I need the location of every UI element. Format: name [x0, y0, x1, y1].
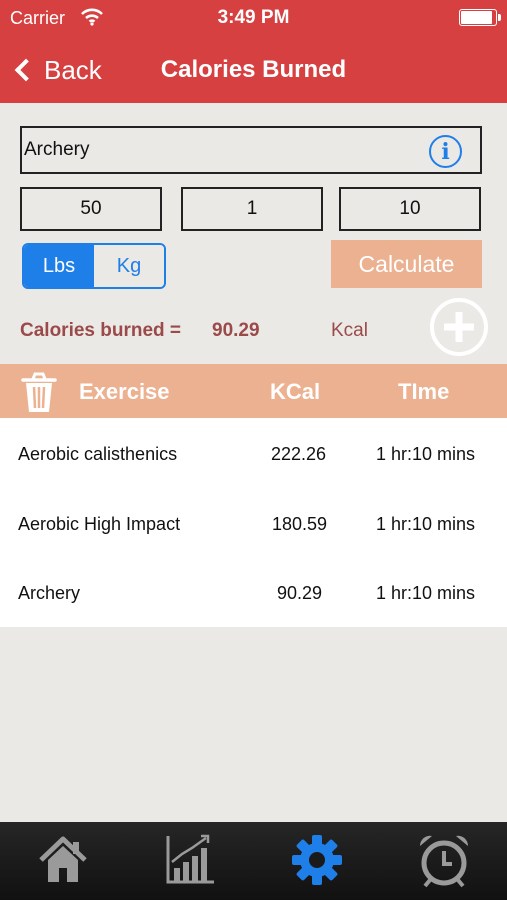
- table-row[interactable]: Aerobic High Impact 180.59 1 hr:10 mins: [0, 488, 507, 558]
- row-time: 1 hr:10 mins: [376, 513, 476, 534]
- result-value: 90.29: [212, 320, 260, 341]
- add-icon[interactable]: [429, 297, 489, 357]
- result-unit: Kcal: [331, 320, 368, 341]
- exercise-table: Aerobic calisthenics 222.26 1 hr:10 mins…: [0, 418, 507, 627]
- info-icon[interactable]: i: [429, 135, 462, 168]
- row-time: 1 hr:10 mins: [376, 444, 476, 464]
- calculate-button[interactable]: Calculate: [331, 240, 482, 288]
- column-header-exercise: Exercise: [79, 379, 170, 404]
- alarm-clock-icon[interactable]: [414, 830, 474, 890]
- unit-lbs-button[interactable]: Lbs: [24, 245, 94, 287]
- hours-input[interactable]: 1: [181, 187, 323, 231]
- minutes-input[interactable]: 10: [339, 187, 481, 231]
- gear-icon[interactable]: [287, 830, 347, 890]
- exercise-field[interactable]: Archery i: [20, 126, 482, 174]
- table-row[interactable]: Archery 90.29 1 hr:10 mins: [0, 557, 507, 627]
- row-exercise: Aerobic calisthenics: [18, 444, 178, 464]
- row-kcal: 180.59: [272, 513, 328, 534]
- tab-bar: [0, 822, 507, 900]
- page-title: Calories Burned: [160, 56, 347, 83]
- trash-icon[interactable]: [15, 368, 63, 416]
- row-exercise: Archery: [18, 583, 81, 603]
- clock-label: 3:49 PM: [217, 7, 290, 28]
- row-kcal: 90.29: [277, 583, 323, 603]
- exercise-value: Archery: [24, 139, 90, 160]
- status-bar: Carrier 3:49 PM: [0, 0, 507, 36]
- navigation-header: Carrier 3:49 PM Back Calories Burned: [0, 0, 507, 103]
- row-kcal: 222.26: [271, 444, 327, 464]
- home-icon[interactable]: [33, 830, 93, 890]
- unit-segmented-control: Lbs Kg: [22, 243, 166, 289]
- weight-input[interactable]: 50: [20, 187, 162, 231]
- table-header: Exercise KCal TIme: [0, 364, 507, 418]
- column-header-time: TIme: [398, 379, 450, 404]
- row-time: 1 hr:10 mins: [376, 583, 476, 603]
- battery-icon: [459, 9, 501, 26]
- result-label: Calories burned =: [20, 320, 182, 341]
- row-exercise: Aerobic High Impact: [18, 513, 181, 534]
- unit-kg-button[interactable]: Kg: [94, 245, 164, 287]
- chart-icon[interactable]: [160, 830, 220, 890]
- column-header-kcal: KCal: [270, 379, 321, 404]
- table-row[interactable]: Aerobic calisthenics 222.26 1 hr:10 mins: [0, 418, 507, 488]
